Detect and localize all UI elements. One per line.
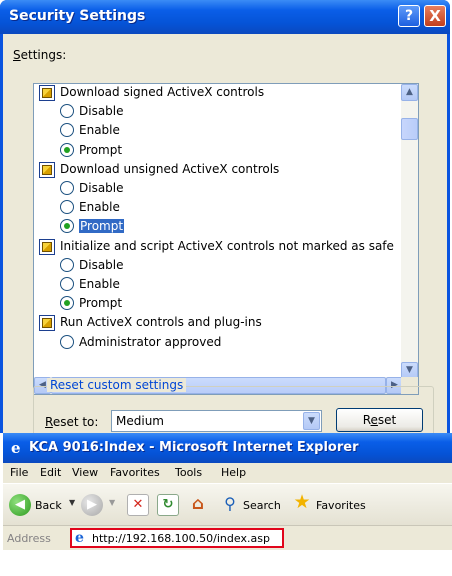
radio-button-icon[interactable]: [60, 142, 74, 157]
favorites-button[interactable]: ★ Favorites: [291, 491, 383, 516]
menu-help[interactable]: Help: [221, 466, 246, 479]
setting-label: Enable: [79, 123, 120, 138]
radio-button-icon[interactable]: [60, 257, 74, 272]
radio-button-icon[interactable]: [60, 296, 74, 311]
home-button[interactable]: ⌂: [187, 494, 209, 516]
back-label: Back: [35, 499, 62, 512]
search-label: Search: [243, 499, 281, 512]
dialog-title-bar: Security Settings ? X: [0, 0, 450, 34]
star-icon: ★: [293, 491, 311, 513]
setting-group-icon: [39, 315, 55, 332]
reset-button[interactable]: Reset: [336, 408, 423, 432]
setting-label: Run ActiveX controls and plug-ins: [60, 315, 262, 330]
setting-group-icon: [39, 161, 55, 178]
address-url: http://192.168.100.50/index.asp: [92, 532, 270, 545]
radio-button-icon[interactable]: [60, 123, 74, 138]
search-button[interactable]: ⚲ Search: [219, 494, 287, 516]
page-icon: e: [75, 530, 84, 546]
setting-label: Download unsigned ActiveX controls: [60, 161, 280, 176]
radio-button-icon[interactable]: [60, 219, 74, 234]
scroll-up-button[interactable]: ▲: [401, 84, 418, 101]
dialog-title: Security Settings: [9, 8, 146, 24]
back-arrow-icon: ◀: [9, 494, 31, 516]
vertical-scrollbar[interactable]: ▲ ▼: [401, 84, 418, 379]
setting-label: Prompt: [79, 142, 123, 157]
menu-tools[interactable]: Tools: [175, 466, 202, 479]
address-label: Address: [7, 532, 51, 545]
radio-button-icon[interactable]: [60, 200, 74, 215]
radio-button-icon[interactable]: [60, 334, 74, 349]
setting-label: Prompt: [79, 219, 125, 234]
reset-level-value: Medium: [116, 414, 164, 428]
setting-group-icon: [39, 238, 55, 255]
standard-toolbar: ◀ Back ▼ ▶ ▼ ✕ ↻ ⌂ ⚲ Search ★ Favorites: [3, 483, 452, 526]
ie-window-title: KCA 9016:Index - Microsoft Internet Expl…: [29, 440, 359, 455]
home-icon: ⌂: [191, 494, 205, 514]
setting-group-icon: [39, 85, 55, 101]
close-button[interactable]: X: [424, 5, 446, 27]
stop-button[interactable]: ✕: [127, 494, 149, 516]
reset-to-label: Reset to:: [45, 415, 99, 429]
stop-icon: ✕: [127, 494, 149, 516]
dialog-body: Settings: Download signed ActiveX contro…: [3, 34, 447, 446]
help-button[interactable]: ?: [398, 5, 420, 27]
chevron-down-icon[interactable]: ▼: [109, 498, 115, 507]
reset-level-select[interactable]: Medium ▼: [111, 410, 322, 432]
back-button[interactable]: ◀ Back ▼: [9, 494, 79, 516]
radio-button-icon[interactable]: [60, 277, 74, 291]
forward-button[interactable]: ▶ ▼: [81, 494, 119, 516]
setting-label: Disable: [79, 257, 124, 272]
radio-button-icon[interactable]: [60, 104, 74, 119]
refresh-icon: ↻: [157, 494, 179, 516]
menu-file[interactable]: File: [10, 466, 28, 479]
favorites-label: Favorites: [316, 499, 366, 512]
menu-edit[interactable]: Edit: [40, 466, 61, 479]
ie-title-bar: e KCA 9016:Index - Microsoft Internet Ex…: [3, 433, 452, 463]
radio-button-icon[interactable]: [60, 181, 74, 195]
setting-label: Administrator approved: [79, 334, 222, 349]
address-input[interactable]: e http://192.168.100.50/index.asp: [70, 528, 284, 548]
settings-label: Settings:: [13, 48, 67, 62]
address-bar: Address e http://192.168.100.50/index.as…: [3, 525, 452, 550]
settings-list[interactable]: Download signed ActiveX controls Disable E…: [33, 83, 419, 395]
menu-view[interactable]: View: [72, 466, 98, 479]
menu-bar: File Edit View Favorites Tools Help: [3, 463, 452, 483]
refresh-button[interactable]: ↻: [157, 494, 179, 516]
forward-arrow-icon: ▶: [81, 494, 103, 516]
setting-label: Disable: [79, 181, 124, 195]
setting-label: Disable: [79, 104, 124, 119]
setting-label: Enable: [79, 277, 120, 291]
vertical-scroll-thumb[interactable]: [401, 118, 418, 140]
reset-group-label: Reset custom settings: [47, 378, 187, 392]
setting-label: Enable: [79, 200, 120, 215]
setting-label: Prompt: [79, 296, 123, 311]
search-icon: ⚲: [224, 494, 236, 513]
setting-label: Download signed ActiveX controls: [60, 85, 265, 99]
setting-label: Initialize and script ActiveX controls n…: [60, 238, 394, 253]
security-settings-dialog: Security Settings ? X Settings: Download…: [0, 0, 450, 446]
menu-favorites[interactable]: Favorites: [110, 466, 160, 479]
chevron-down-icon[interactable]: ▼: [303, 412, 320, 430]
chevron-down-icon[interactable]: ▼: [69, 498, 75, 507]
ie-logo-icon: e: [11, 439, 21, 457]
